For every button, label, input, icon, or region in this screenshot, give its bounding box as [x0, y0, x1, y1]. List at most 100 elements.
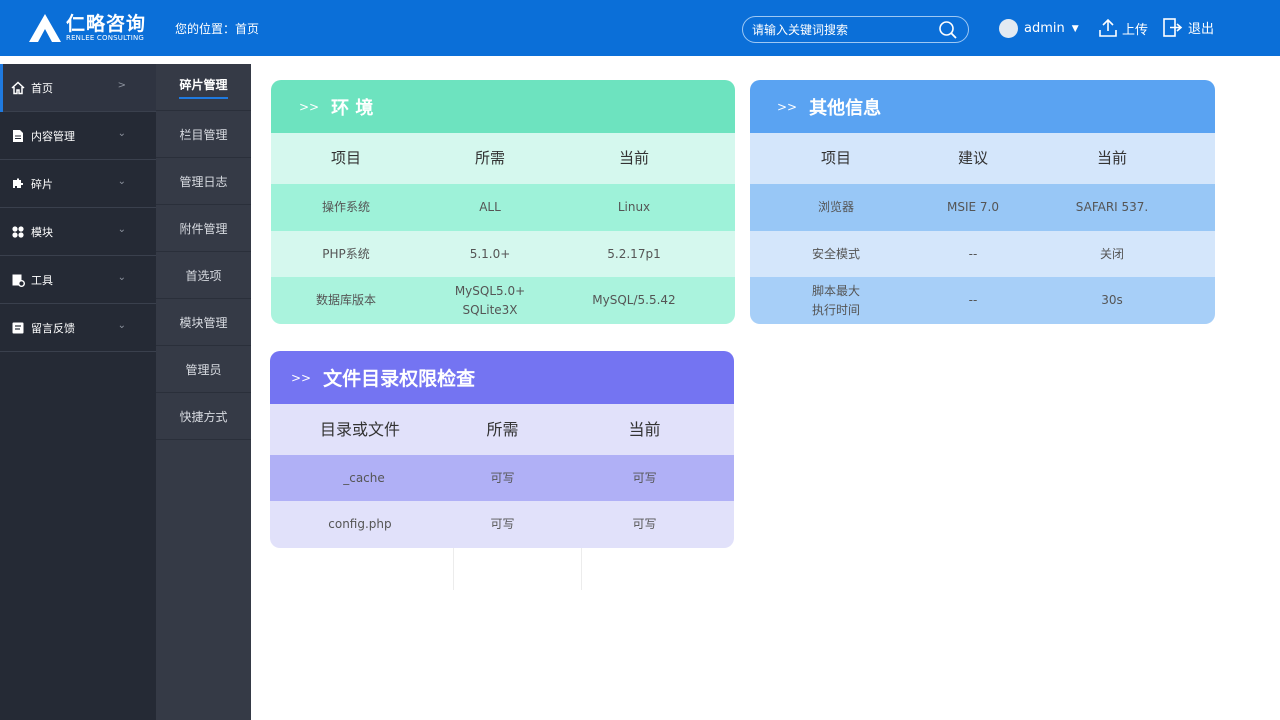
subnav-item-admins[interactable]: 管理员	[156, 346, 251, 393]
tools-icon	[12, 274, 25, 287]
table-cell: ALL	[479, 200, 501, 214]
upload-icon	[1099, 18, 1117, 37]
sidebar-item-label: 留言反馈	[31, 321, 75, 335]
divider	[581, 548, 582, 590]
sidebar-item-label: 模块	[31, 225, 53, 239]
subnav-item-label: 首选项	[185, 268, 222, 283]
file-permission-card: >> 文件目录权限检查 目录或文件 所需 当前 _cache 可写 可写 con…	[270, 351, 734, 548]
table-cell: 30s	[1101, 293, 1123, 307]
logo-subtitle: RENLEE CONSULTING	[66, 33, 145, 42]
modules-icon	[12, 225, 24, 238]
table-row: _cache 可写 可写	[270, 455, 734, 501]
table-row: 浏览器 MSIE 7.0 SAFARI 537.	[750, 184, 1215, 231]
chevron-down-icon: ▼	[1071, 23, 1079, 34]
sidebar-item-content[interactable]: 内容管理 ⌄	[0, 112, 156, 160]
table-row: 操作系统 ALL Linux	[271, 184, 735, 231]
card-title-text: 其他信息	[809, 97, 882, 119]
chevron-down-icon: ⌄	[117, 176, 126, 187]
column-header: 目录或文件	[319, 420, 400, 439]
table-cell: --	[968, 246, 978, 261]
logo-title: 仁略咨询	[66, 12, 147, 35]
table-row: PHP系统 5.1.0+ 5.2.17p1	[271, 231, 735, 277]
subnav-item-fragments[interactable]: 碎片管理	[156, 64, 251, 111]
sidebar-item-feedback[interactable]: 留言反馈 ⌄	[0, 304, 156, 352]
table-cell: 浏览器	[817, 200, 854, 214]
table-row: 脚本最大 执行时间 -- 30s	[750, 277, 1215, 324]
table-cell: 5.2.17p1	[607, 246, 661, 261]
sidebar-item-label: 工具	[31, 273, 53, 287]
breadcrumb-current[interactable]: 首页	[235, 20, 259, 37]
chevron-down-icon: ⌄	[117, 128, 126, 139]
column-header: 当前	[628, 420, 661, 439]
column-header: 项目	[330, 149, 361, 167]
sidebar-item-fragments[interactable]: 碎片 ⌄	[0, 160, 156, 208]
column-header: 当前	[618, 149, 649, 167]
home-icon	[11, 80, 25, 94]
logo[interactable]: 仁略咨询 RENLEE CONSULTING	[28, 12, 146, 44]
other-info-card-title: >> 其他信息	[750, 80, 1215, 133]
table-cell: 可写	[490, 517, 515, 531]
file-permission-card-title: >> 文件目录权限检查	[270, 351, 734, 404]
sidebar-item-modules[interactable]: 模块 ⌄	[0, 208, 156, 256]
divider	[453, 548, 454, 590]
sidebar-item-label: 碎片	[31, 177, 53, 191]
subnav-item-label: 模块管理	[179, 315, 228, 330]
subnav-item-attachments[interactable]: 附件管理	[156, 205, 251, 252]
column-header: 建议	[957, 149, 988, 167]
puzzle-icon	[13, 178, 23, 188]
upload-button[interactable]: 上传	[1099, 18, 1148, 38]
breadcrumb-label: 您的位置：	[175, 22, 236, 36]
arrow-marker: >>	[777, 99, 798, 114]
table-row: config.php 可写 可写	[270, 501, 734, 548]
table-cell: 可写	[632, 470, 657, 485]
table-cell: config.php	[328, 517, 392, 531]
column-header: 所需	[486, 420, 519, 439]
table-cell: 脚本最大 执行时间	[811, 283, 860, 317]
table-header-row: 目录或文件 所需 当前	[270, 404, 734, 455]
search-box	[742, 16, 969, 43]
arrow-marker: >>	[291, 370, 312, 385]
sub-sidebar: 碎片管理 栏目管理 管理日志 附件管理 首选项 模块管理 管理员 快捷方式	[156, 64, 251, 720]
subnav-item-label: 碎片管理	[179, 76, 228, 99]
username: admin	[1024, 21, 1065, 36]
environment-card: >> 环 境 项目 所需 当前 操作系统 ALL Linux PHP系统 5.1…	[271, 80, 735, 324]
subnav-item-logs[interactable]: 管理日志	[156, 158, 251, 205]
table-cell: MySQL5.0+ SQLite3X	[454, 283, 526, 317]
subnav-item-modules[interactable]: 模块管理	[156, 299, 251, 346]
other-info-card: >> 其他信息 项目 建议 当前 浏览器 MSIE 7.0 SAFARI 537…	[750, 80, 1215, 324]
search-icon[interactable]	[938, 20, 958, 40]
table-cell: SAFARI 537.	[1075, 200, 1149, 214]
table-row: 数据库版本 MySQL5.0+ SQLite3X MySQL/5.5.42	[271, 277, 735, 324]
upload-label: 上传	[1122, 22, 1149, 38]
table-cell: 安全模式	[811, 246, 860, 261]
chevron-down-icon: ⌄	[117, 224, 126, 235]
sidebar-item-tools[interactable]: 工具 ⌄	[0, 256, 156, 304]
subnav-item-preferences[interactable]: 首选项	[156, 252, 251, 299]
subnav-item-label: 栏目管理	[179, 127, 228, 142]
sidebar-item-label: 内容管理	[31, 129, 75, 143]
avatar	[999, 19, 1018, 38]
environment-card-title: >> 环 境	[271, 80, 735, 133]
table-cell: 关闭	[1099, 246, 1124, 261]
user-menu[interactable]: admin ▼	[999, 19, 1079, 38]
logout-label: 退出	[1188, 22, 1215, 37]
subnav-item-columns[interactable]: 栏目管理	[156, 111, 251, 158]
search-input[interactable]	[752, 22, 932, 37]
main-sidebar: 首页 > 内容管理 ⌄ 碎片 ⌄ 模块 ⌄ 工具 ⌄ 留言反馈 ⌄	[0, 64, 156, 720]
subnav-item-label: 快捷方式	[179, 409, 228, 424]
table-cell: MSIE 7.0	[947, 200, 999, 214]
logout-icon	[1163, 18, 1183, 37]
column-header: 所需	[474, 149, 505, 167]
table-header-row: 项目 建议 当前	[750, 133, 1215, 184]
header-gap	[0, 56, 251, 64]
card-title-text: 文件目录权限检查	[323, 368, 476, 390]
logout-button[interactable]: 退出	[1163, 18, 1214, 37]
table-cell: 可写	[490, 470, 515, 485]
subnav-item-label: 管理日志	[179, 174, 228, 189]
table-cell: Linux	[617, 200, 651, 214]
sidebar-item-home[interactable]: 首页 >	[0, 64, 156, 112]
table-cell: PHP系统	[322, 246, 370, 261]
chevron-down-icon: ⌄	[117, 320, 126, 331]
feedback-icon	[12, 322, 24, 333]
subnav-item-shortcuts[interactable]: 快捷方式	[156, 393, 251, 440]
